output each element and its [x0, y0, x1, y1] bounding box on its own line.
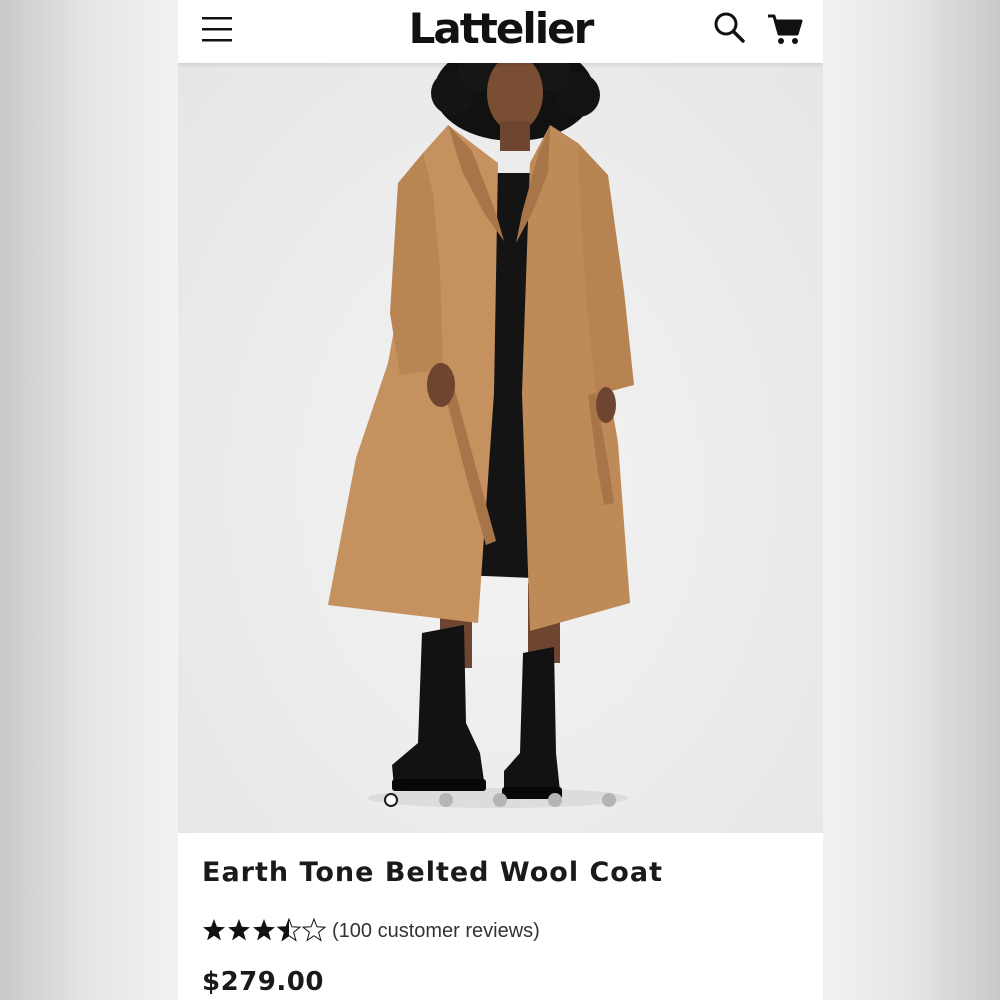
- star-full-icon: [228, 919, 250, 941]
- carousel-dot-2[interactable]: [439, 793, 453, 807]
- site-header: Lattelier: [178, 0, 823, 63]
- carousel-dot-5[interactable]: [602, 793, 616, 807]
- search-button[interactable]: [712, 10, 748, 46]
- shopping-cart-icon: [768, 14, 803, 44]
- product-photo: [328, 63, 634, 808]
- product-page: Lattelier Earth Tone Belted Wool Coat (1…: [178, 0, 823, 1000]
- star-full-icon: [253, 919, 275, 941]
- product-price: $279.00: [202, 967, 324, 997]
- carousel-dot-1[interactable]: [384, 793, 398, 807]
- star-half-icon: [276, 917, 302, 942]
- star-empty-icon: [301, 917, 327, 942]
- product-title: Earth Tone Belted Wool Coat: [202, 857, 663, 888]
- search-icon: [714, 12, 745, 43]
- carousel-dot-4[interactable]: [548, 793, 562, 807]
- review-count-link[interactable]: (100 customer reviews): [332, 920, 540, 943]
- rating-stars: [203, 917, 327, 942]
- cart-button[interactable]: [766, 10, 804, 48]
- product-info: Earth Tone Belted Wool Coat (100 custome…: [178, 833, 823, 1000]
- carousel-dot-3[interactable]: [493, 793, 507, 807]
- product-image-carousel[interactable]: [178, 63, 823, 833]
- carousel-pagination: [178, 793, 823, 809]
- star-full-icon: [203, 919, 225, 941]
